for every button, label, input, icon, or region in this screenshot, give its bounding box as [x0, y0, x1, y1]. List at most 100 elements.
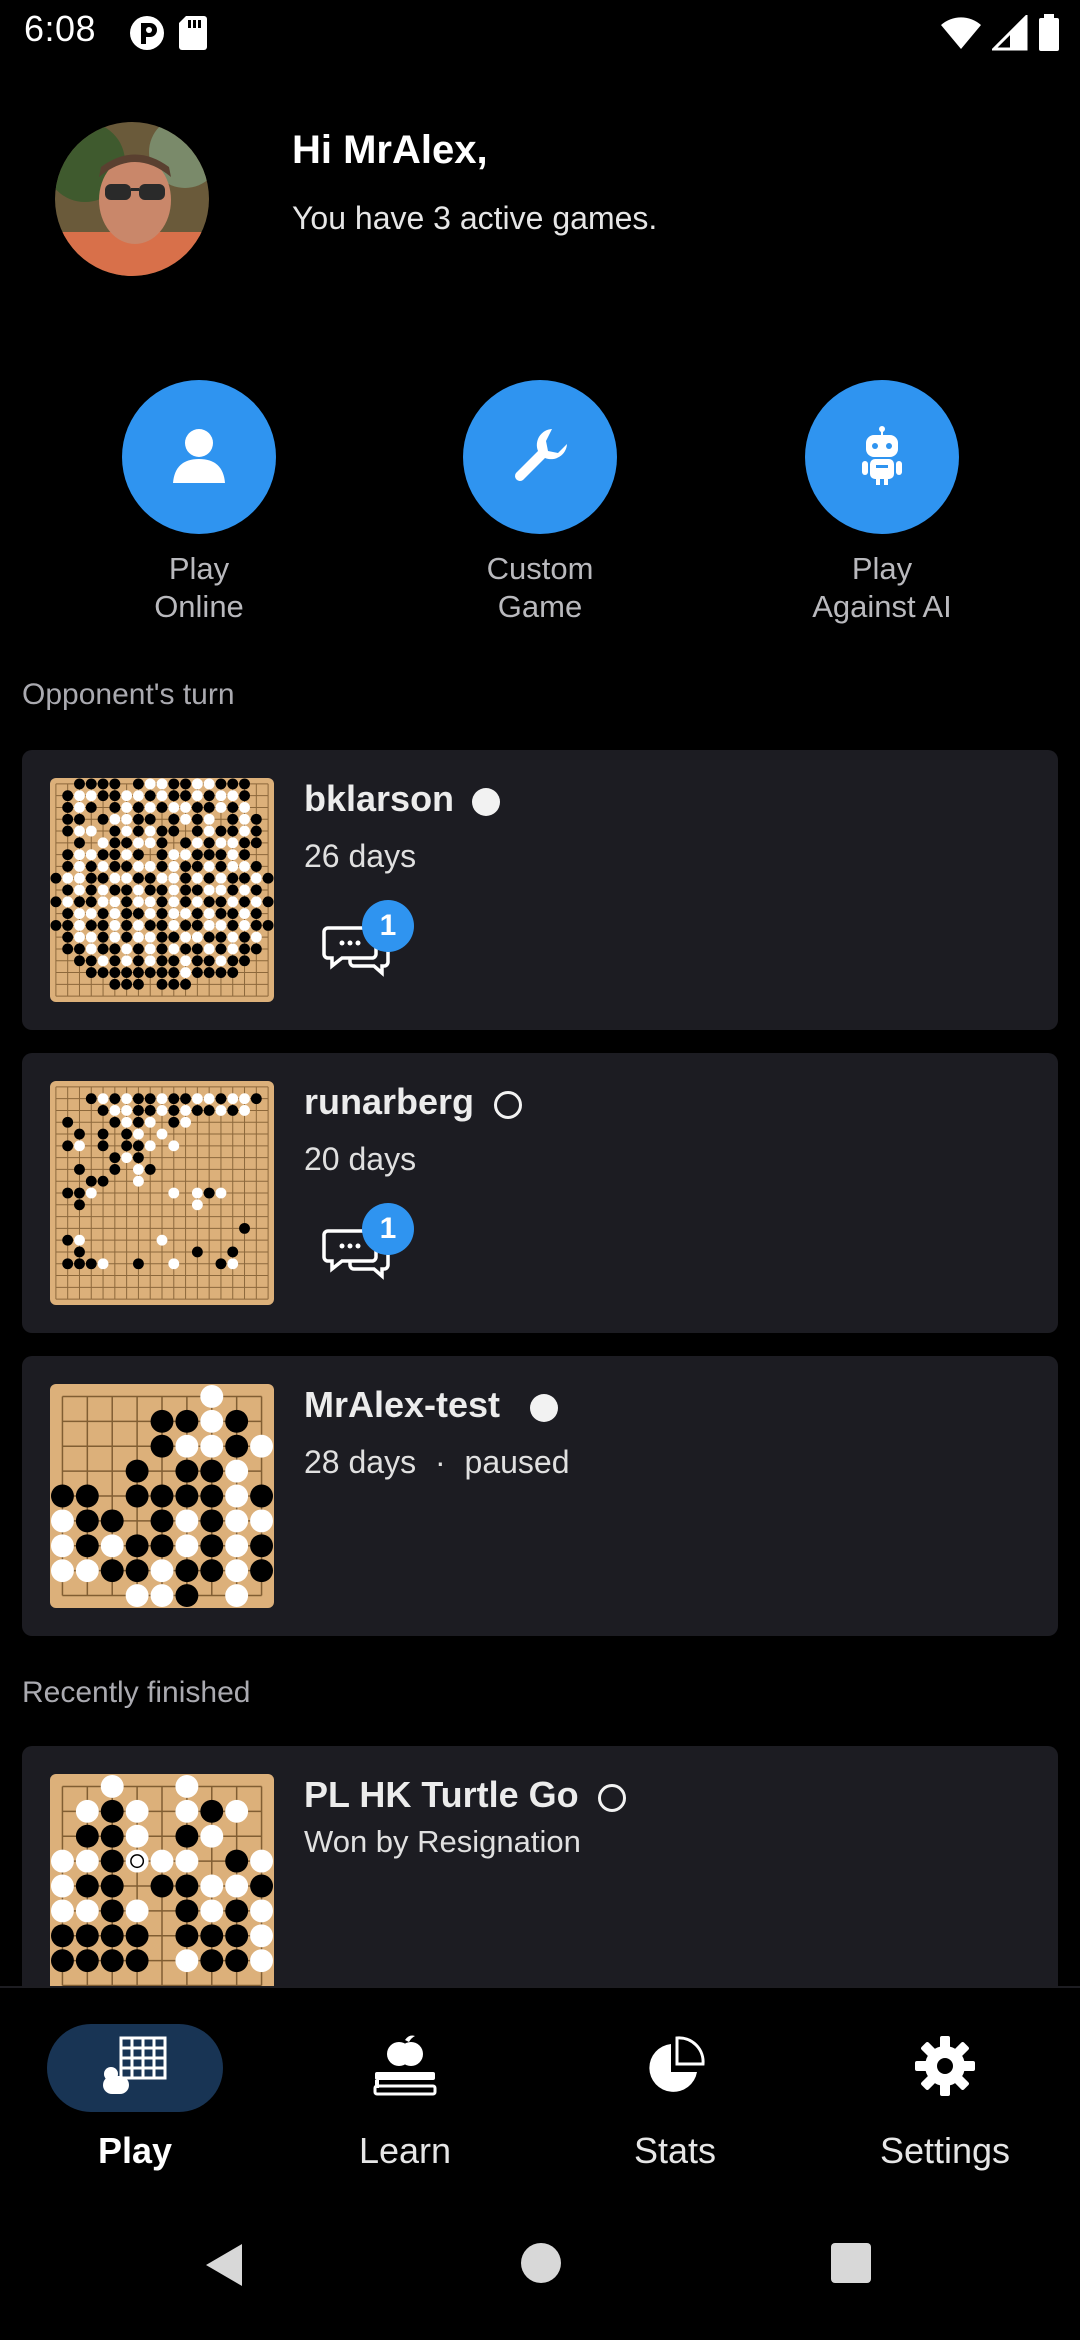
black-stone — [85, 955, 97, 967]
white-stone — [180, 1116, 192, 1128]
nav-stats[interactable]: Stats — [540, 1988, 810, 2194]
white-stone — [85, 790, 97, 802]
black-stone — [62, 860, 74, 872]
white-stone — [109, 908, 121, 920]
nav-settings[interactable]: Settings — [810, 1988, 1080, 2194]
black-stone — [121, 919, 133, 931]
white-stone — [50, 1534, 74, 1558]
black-stone — [150, 1484, 174, 1508]
white-stone — [180, 908, 192, 920]
nav-settings-label: Settings — [879, 2130, 1011, 2171]
black-stone — [62, 790, 74, 802]
black-stone — [227, 778, 239, 790]
white-stone — [144, 802, 156, 813]
game-card-runarberg[interactable]: runarberg 20 days 1 — [22, 1053, 1058, 1333]
nav-play[interactable]: Play — [0, 1988, 270, 2194]
black-stone — [74, 943, 85, 955]
opponent-name: PL HK Turtle Go — [304, 1774, 579, 1815]
black-stone — [144, 1105, 156, 1116]
black-stone — [215, 908, 227, 920]
custom-game-button[interactable]: Custom Game — [420, 380, 660, 626]
white-stone — [121, 955, 133, 967]
white-stone — [168, 872, 180, 884]
black-stone — [150, 1534, 174, 1558]
black-stone — [156, 931, 168, 943]
time-remaining: 26 days — [304, 838, 417, 874]
black-stone — [50, 1949, 74, 1973]
board-thumbnail — [50, 1384, 274, 1608]
black-stone — [144, 1163, 156, 1175]
white-stone — [125, 1584, 149, 1608]
black-stone — [74, 896, 85, 908]
white-stone — [150, 1584, 174, 1608]
gear-icon — [913, 2034, 977, 2103]
section-recently-finished: Recently finished — [22, 1676, 251, 1709]
white-stone — [74, 872, 85, 884]
black-stone — [156, 919, 168, 931]
black-stone — [191, 1105, 203, 1116]
black-stone — [109, 1093, 121, 1105]
black-stone — [203, 790, 215, 802]
black-stone — [180, 837, 192, 849]
black-stone — [125, 1534, 149, 1558]
status-time: 6:08 — [24, 8, 97, 49]
white-stone — [225, 1484, 249, 1508]
white-stone — [74, 825, 85, 837]
bottom-navigation: Play Learn Stats Settings — [0, 1986, 1080, 2192]
black-stone — [203, 849, 215, 861]
black-stone — [85, 1175, 97, 1187]
black-stone — [144, 813, 156, 825]
black-stone — [156, 825, 168, 837]
black-stone — [225, 1899, 249, 1923]
black-stone — [250, 919, 262, 931]
black-stone — [50, 1924, 74, 1948]
recents-icon[interactable] — [830, 2242, 872, 2289]
white-stone — [109, 872, 121, 884]
black-stone — [74, 837, 85, 849]
white-stone — [132, 837, 144, 849]
white-stone — [168, 849, 180, 861]
play-online-button[interactable]: Play Online — [79, 380, 319, 626]
white-stone — [144, 955, 156, 967]
black-stone — [227, 967, 239, 978]
white-stone — [239, 860, 250, 872]
black-stone — [250, 1484, 274, 1508]
black-stone — [180, 896, 192, 908]
black-stone — [175, 1409, 199, 1433]
black-stone — [168, 778, 180, 790]
black-stone — [109, 825, 121, 837]
black-stone — [239, 943, 250, 955]
white-stone — [225, 1534, 249, 1558]
play-against-ai-button[interactable]: Play Against AI — [762, 380, 1002, 626]
black-stone — [121, 967, 133, 978]
black-stone — [132, 955, 144, 967]
black-stone — [100, 1799, 124, 1823]
white-stone — [203, 943, 215, 955]
nav-learn[interactable]: Learn — [270, 1988, 540, 2194]
game-card-pl-hk-turtle-go[interactable]: PL HK Turtle Go Won by Resignation — [22, 1746, 1058, 1986]
black-stone — [109, 1152, 121, 1164]
black-stone — [121, 1128, 133, 1140]
turn-stone-white — [530, 1394, 558, 1422]
white-stone — [239, 884, 250, 896]
pie-chart-icon — [643, 2034, 707, 2103]
white-stone — [132, 1175, 144, 1187]
black-stone — [168, 1105, 180, 1116]
black-stone — [191, 884, 203, 896]
back-icon[interactable] — [202, 2242, 246, 2293]
avatar[interactable] — [55, 122, 209, 276]
black-stone — [227, 1246, 239, 1258]
game-card-bklarson[interactable]: bklarson 26 days 1 — [22, 750, 1058, 1030]
white-stone — [175, 1799, 199, 1823]
game-result: Won by Resignation — [304, 1824, 581, 1859]
black-stone — [239, 837, 250, 849]
black-stone — [191, 802, 203, 813]
game-card-mralex-test[interactable]: MrAlex-test 28 days · paused — [22, 1356, 1058, 1636]
home-icon[interactable] — [520, 2242, 562, 2289]
black-stone — [156, 884, 168, 896]
black-stone — [180, 790, 192, 802]
black-stone — [109, 1163, 121, 1175]
black-stone — [100, 1949, 124, 1973]
black-stone — [250, 860, 262, 872]
white-stone — [203, 919, 215, 931]
